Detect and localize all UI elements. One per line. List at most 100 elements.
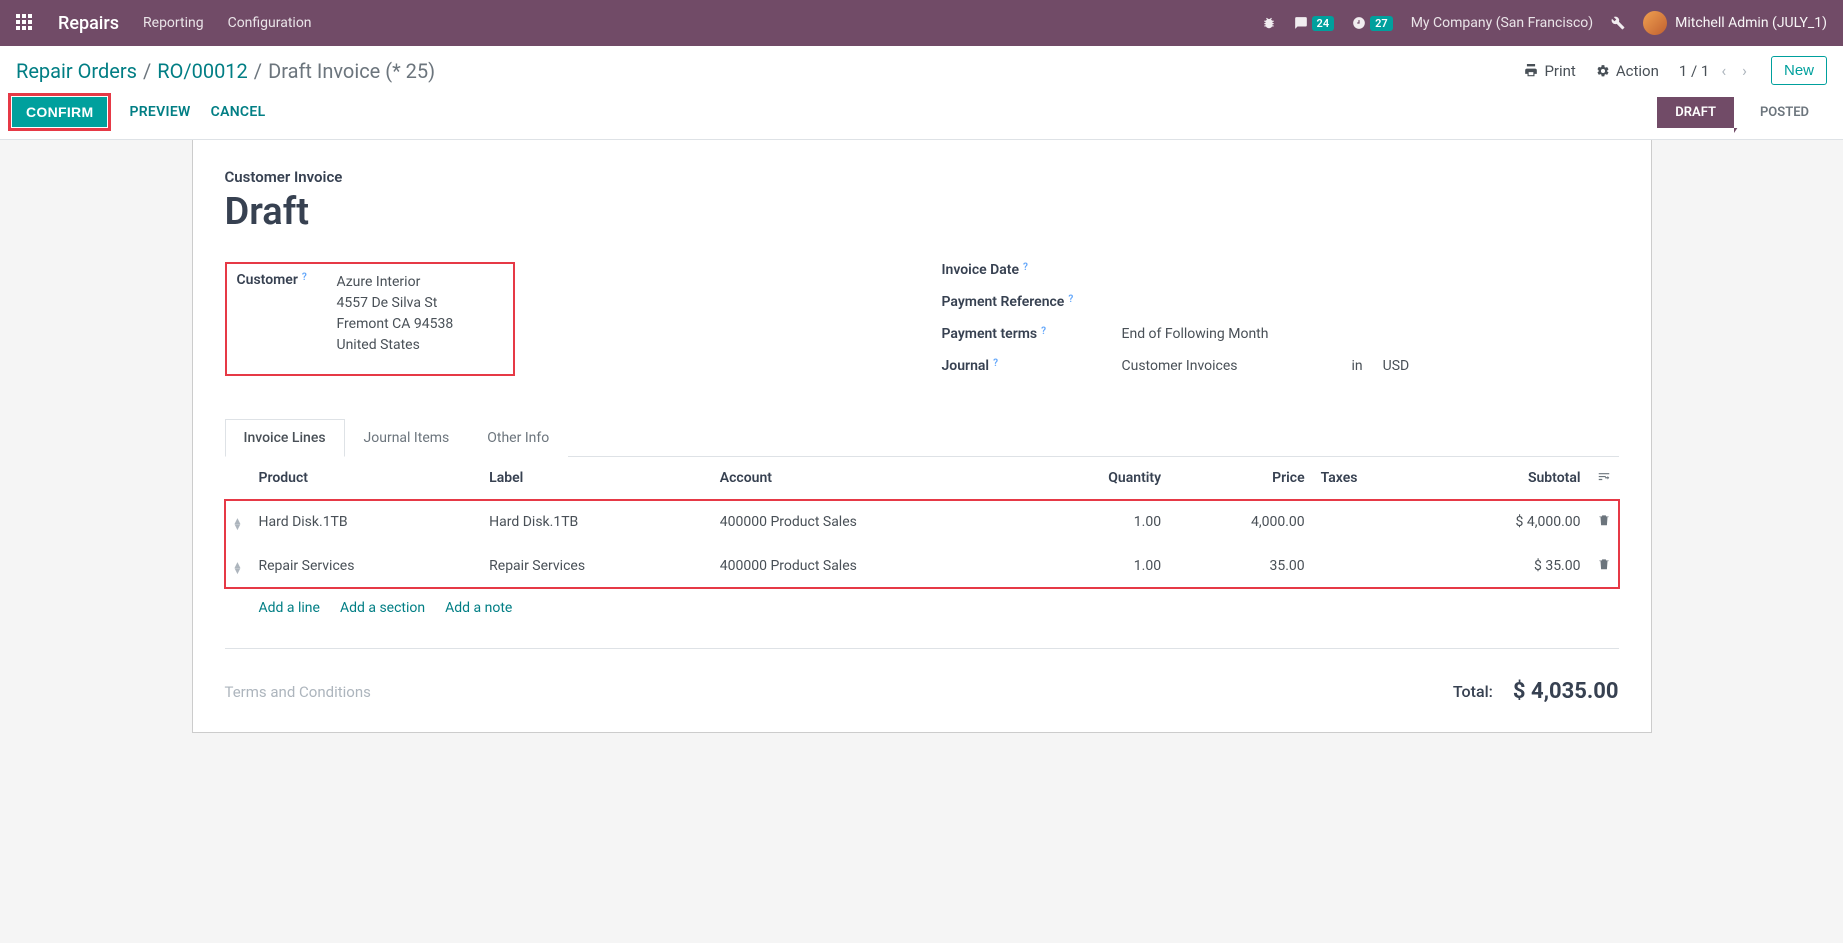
statusbar: DRAFT POSTED <box>1657 97 1827 128</box>
journal-sep: in <box>1352 358 1363 374</box>
columns-settings-icon[interactable] <box>1597 471 1611 487</box>
table-row[interactable]: ▲▼ Repair Services Repair Services 40000… <box>225 544 1619 588</box>
messages-icon[interactable]: 24 <box>1294 16 1335 31</box>
tools-icon[interactable] <box>1611 16 1625 30</box>
tabs: Invoice Lines Journal Items Other Info <box>225 418 1619 457</box>
debug-icon[interactable] <box>1262 16 1276 30</box>
activities-icon[interactable]: 27 <box>1352 16 1393 31</box>
currency-field[interactable]: USD <box>1383 358 1410 374</box>
tab-journal-items[interactable]: Journal Items <box>345 419 469 457</box>
customer-country: United States <box>337 335 503 356</box>
customer-label: Customer <box>237 272 298 288</box>
cell-price[interactable]: 4,000.00 <box>1169 500 1313 544</box>
pager-prev[interactable]: ‹ <box>1717 61 1730 80</box>
help-icon[interactable]: ? <box>302 272 307 283</box>
doc-type-label: Customer Invoice <box>225 168 1619 186</box>
avatar-icon <box>1643 11 1667 35</box>
cell-account[interactable]: 400000 Product Sales <box>712 544 1028 588</box>
print-button[interactable]: Print <box>1524 62 1575 80</box>
line-actions: Add a line Add a section Add a note <box>225 588 1619 628</box>
help-icon[interactable]: ? <box>1023 262 1028 273</box>
cell-quantity[interactable]: 1.00 <box>1027 544 1169 588</box>
total-value: $ 4,035.00 <box>1513 679 1619 704</box>
top-navbar: Repairs Reporting Configuration 24 27 My… <box>0 0 1843 46</box>
delete-row-icon[interactable] <box>1597 515 1611 531</box>
action-button[interactable]: Action <box>1596 62 1659 80</box>
app-name[interactable]: Repairs <box>58 13 119 34</box>
customer-name: Azure Interior <box>337 272 503 293</box>
total-label: Total: <box>1453 682 1493 701</box>
customer-box: Customer ? Azure Interior 4557 De Silva … <box>225 262 515 376</box>
cell-price[interactable]: 35.00 <box>1169 544 1313 588</box>
col-taxes: Taxes <box>1313 457 1422 500</box>
table-row[interactable]: ▲▼ Hard Disk.1TB Hard Disk.1TB 400000 Pr… <box>225 500 1619 544</box>
payment-terms-field[interactable]: End of Following Month <box>1122 326 1619 342</box>
cell-product[interactable]: Hard Disk.1TB <box>251 500 482 544</box>
cell-label[interactable]: Repair Services <box>481 544 712 588</box>
cell-account[interactable]: 400000 Product Sales <box>712 500 1028 544</box>
user-name: Mitchell Admin (JULY_1) <box>1675 15 1827 31</box>
breadcrumb-sep: / <box>254 59 262 83</box>
cancel-button[interactable]: CANCEL <box>211 104 266 120</box>
preview-button[interactable]: PREVIEW <box>129 104 190 120</box>
breadcrumb-sep: / <box>143 59 151 83</box>
help-icon[interactable]: ? <box>1068 294 1073 305</box>
control-panel: Repair Orders / RO/00012 / Draft Invoice… <box>0 46 1843 140</box>
invoice-lines-table: Product Label Account Quantity Price Tax… <box>225 457 1619 588</box>
col-account: Account <box>712 457 1028 500</box>
cell-subtotal: $ 35.00 <box>1422 544 1589 588</box>
confirm-button[interactable]: CONFIRM <box>12 97 107 127</box>
user-menu[interactable]: Mitchell Admin (JULY_1) <box>1643 11 1827 35</box>
print-icon <box>1524 64 1538 78</box>
nav-menu-reporting[interactable]: Reporting <box>143 15 204 31</box>
breadcrumb: Repair Orders / RO/00012 / Draft Invoice… <box>16 59 1524 83</box>
payment-terms-label: Payment terms <box>942 326 1038 342</box>
cell-product[interactable]: Repair Services <box>251 544 482 588</box>
col-price: Price <box>1169 457 1313 500</box>
company-selector[interactable]: My Company (San Francisco) <box>1411 15 1593 31</box>
journal-label: Journal <box>942 358 990 374</box>
status-posted[interactable]: POSTED <box>1734 97 1827 128</box>
pager: 1 / 1 ‹ › <box>1679 61 1751 80</box>
delete-row-icon[interactable] <box>1597 559 1611 575</box>
apps-icon[interactable] <box>16 14 34 32</box>
invoice-date-label: Invoice Date <box>942 262 1020 278</box>
col-product: Product <box>251 457 482 500</box>
page-title: Draft <box>225 190 1619 234</box>
customer-value[interactable]: Azure Interior 4557 De Silva St Fremont … <box>337 272 503 356</box>
gear-icon <box>1596 64 1610 78</box>
col-label: Label <box>481 457 712 500</box>
add-note-button[interactable]: Add a note <box>445 600 512 616</box>
drag-handle-icon[interactable]: ▲▼ <box>233 563 243 575</box>
add-section-button[interactable]: Add a section <box>340 600 425 616</box>
drag-handle-icon[interactable]: ▲▼ <box>233 519 243 531</box>
cell-taxes[interactable] <box>1313 544 1422 588</box>
add-line-button[interactable]: Add a line <box>259 600 320 616</box>
activities-badge: 27 <box>1370 16 1393 31</box>
form-sheet: Customer Invoice Draft Customer ? Azure … <box>192 140 1652 733</box>
cell-taxes[interactable] <box>1313 500 1422 544</box>
cell-quantity[interactable]: 1.00 <box>1027 500 1169 544</box>
customer-city: Fremont CA 94538 <box>337 314 503 335</box>
col-quantity: Quantity <box>1027 457 1169 500</box>
breadcrumb-root[interactable]: Repair Orders <box>16 59 137 83</box>
col-subtotal: Subtotal <box>1422 457 1589 500</box>
status-draft[interactable]: DRAFT <box>1657 97 1734 128</box>
tab-other-info[interactable]: Other Info <box>468 419 568 457</box>
customer-street: 4557 De Silva St <box>337 293 503 314</box>
tab-invoice-lines[interactable]: Invoice Lines <box>225 419 345 457</box>
payment-reference-label: Payment Reference <box>942 294 1065 310</box>
nav-menu-configuration[interactable]: Configuration <box>228 15 312 31</box>
help-icon[interactable]: ? <box>993 358 998 369</box>
help-icon[interactable]: ? <box>1041 326 1046 337</box>
journal-field[interactable]: Customer Invoices <box>1122 358 1332 374</box>
print-label: Print <box>1544 62 1575 80</box>
messages-badge: 24 <box>1312 16 1335 31</box>
new-button[interactable]: New <box>1771 56 1827 85</box>
breadcrumb-parent[interactable]: RO/00012 <box>157 59 248 83</box>
breadcrumb-current: Draft Invoice (* 25) <box>268 59 435 83</box>
terms-field[interactable]: Terms and Conditions <box>225 683 1453 701</box>
cell-subtotal: $ 4,000.00 <box>1422 500 1589 544</box>
cell-label[interactable]: Hard Disk.1TB <box>481 500 712 544</box>
pager-next[interactable]: › <box>1738 61 1751 80</box>
